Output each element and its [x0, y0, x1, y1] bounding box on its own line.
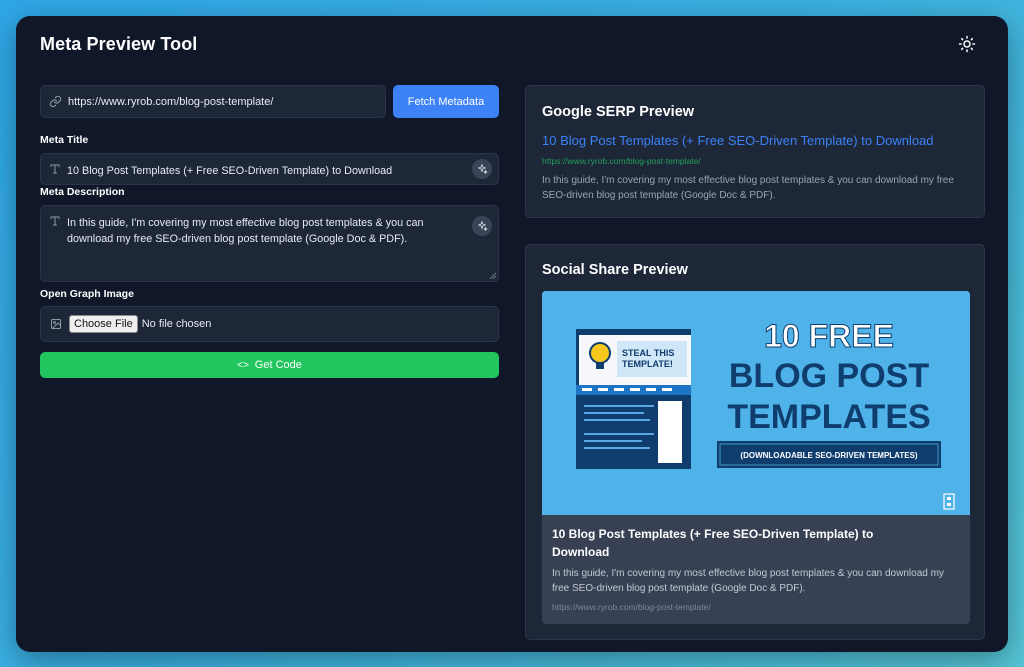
text-icon — [50, 216, 60, 226]
badge-line-2: TEMPLATE! — [622, 359, 673, 369]
text-icon — [50, 164, 60, 174]
fetch-metadata-button[interactable]: Fetch Metadata — [393, 85, 499, 118]
meta-title-input[interactable]: 10 Blog Post Templates (+ Free SEO-Drive… — [67, 163, 464, 179]
get-code-label: Get Code — [254, 359, 302, 371]
og-preview-image: STEAL THIS TEMPLATE! 10 FREE BLOG POST T… — [542, 291, 970, 515]
serp-url: https://www.ryrob.com/blog-post-template… — [542, 156, 701, 166]
serp-title-link[interactable]: 10 Blog Post Templates (+ Free SEO-Drive… — [542, 133, 934, 148]
link-icon — [49, 95, 62, 108]
image-icon — [51, 319, 61, 329]
url-field[interactable] — [40, 85, 386, 118]
ai-generate-description-button[interactable] — [472, 216, 492, 236]
serp-description: In this guide, I'm covering my most effe… — [542, 175, 954, 201]
share-description: In this guide, I'm covering my most effe… — [552, 568, 944, 594]
meta-description-field[interactable]: In this guide, I'm covering my most effe… — [40, 205, 499, 282]
og-image-label: Open Graph Image — [40, 288, 134, 300]
serp-heading: Google SERP Preview — [542, 104, 695, 120]
og-headline-line-3: TEMPLATES — [727, 398, 930, 436]
sparkles-icon — [478, 164, 488, 174]
og-headline-line-1: 10 FREE — [764, 318, 894, 354]
theme-toggle-button[interactable] — [956, 33, 978, 55]
meta-description-textarea[interactable]: In this guide, I'm covering my most effe… — [67, 215, 470, 247]
url-input[interactable] — [68, 95, 368, 108]
resize-handle-icon[interactable] — [489, 272, 496, 279]
social-preview-card: Social Share Preview STEAL THIS TEMPLATE… — [525, 244, 985, 640]
serp-preview-card: Google SERP Preview 10 Blog Post Templat… — [525, 85, 985, 218]
meta-title-label: Meta Title — [40, 134, 89, 146]
sparkles-icon — [478, 221, 488, 231]
og-image-file-field[interactable]: Choose File No file chosen — [40, 306, 499, 342]
share-title: 10 Blog Post Templates (+ Free SEO-Drive… — [552, 527, 874, 559]
social-share-preview: STEAL THIS TEMPLATE! 10 FREE BLOG POST T… — [542, 291, 970, 624]
og-subline: (DOWNLOADABLE SEO-DRIVEN TEMPLATES) — [740, 451, 918, 460]
social-heading: Social Share Preview — [542, 262, 688, 278]
get-code-button[interactable]: <> Get Code — [40, 352, 499, 378]
app-window: Meta Preview Tool Fetch Metadata Meta Ti… — [16, 16, 1008, 652]
choose-file-button[interactable]: Choose File — [69, 315, 138, 333]
code-icon: <> — [237, 359, 249, 371]
meta-title-field[interactable]: 10 Blog Post Templates (+ Free SEO-Drive… — [40, 153, 499, 185]
page-title: Meta Preview Tool — [40, 34, 198, 54]
og-headline-line-2: BLOG POST — [729, 357, 929, 395]
badge-line-1: STEAL THIS — [622, 348, 674, 358]
share-url: https://www.ryrob.com/blog-post-template… — [552, 602, 711, 612]
template-illustration: STEAL THIS TEMPLATE! — [576, 329, 691, 469]
meta-description-label: Meta Description — [40, 186, 125, 198]
file-status: No file chosen — [141, 318, 212, 330]
sun-icon — [958, 35, 976, 53]
ai-generate-title-button[interactable] — [472, 159, 492, 179]
